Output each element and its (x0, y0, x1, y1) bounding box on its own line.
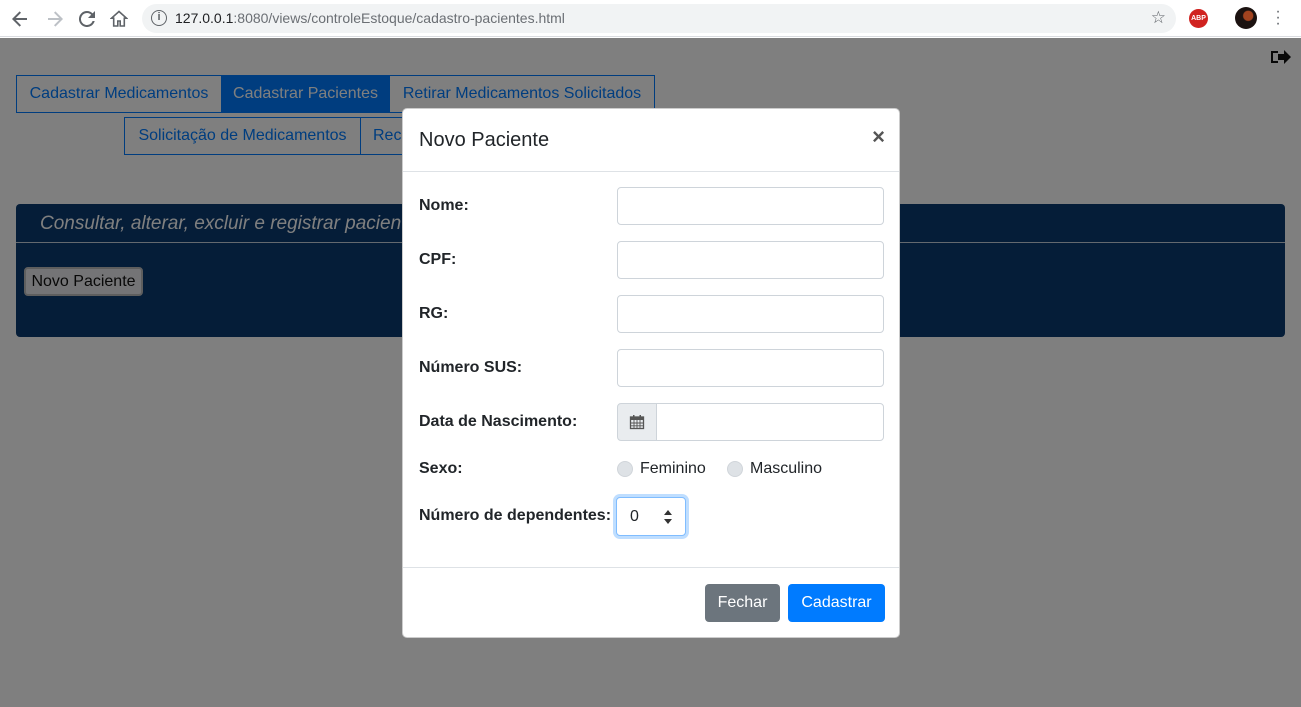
back-arrow-icon[interactable] (9, 8, 31, 30)
nome-input[interactable] (617, 187, 884, 225)
nascimento-label: Data de Nascimento: (419, 413, 578, 430)
adblock-icon[interactable]: ABP (1189, 9, 1208, 28)
home-icon[interactable] (108, 8, 130, 30)
masculino-radio[interactable] (727, 461, 743, 477)
fechar-button[interactable]: Fechar (705, 584, 780, 622)
dependentes-value: 0 (630, 508, 639, 525)
bookmark-star-icon[interactable]: ☆ (1151, 8, 1166, 28)
rg-input[interactable] (617, 295, 884, 333)
forward-arrow-icon[interactable] (44, 8, 66, 30)
masculino-label: Masculino (750, 460, 823, 477)
cadastrar-button[interactable]: Cadastrar (788, 584, 885, 622)
rg-label: RG: (419, 305, 449, 322)
dependentes-stepper[interactable]: 0 (616, 497, 686, 536)
cpf-label: CPF: (419, 251, 457, 268)
modal-footer-divider (403, 567, 899, 568)
address-bar[interactable]: i 127.0.0.1:8080/views/controleEstoque/c… (142, 4, 1176, 33)
sus-label: Número SUS: (419, 359, 523, 376)
info-icon[interactable]: i (151, 10, 167, 26)
nascimento-input[interactable] (656, 403, 884, 441)
close-icon[interactable]: × (872, 124, 885, 150)
feminino-radio[interactable] (617, 461, 633, 477)
stepper-arrows-icon (664, 510, 672, 524)
menu-kebab-icon[interactable]: · · · (1273, 4, 1283, 32)
modal-title: Novo Paciente (419, 129, 550, 151)
reload-icon[interactable] (76, 8, 98, 30)
nome-label: Nome: (419, 197, 469, 214)
browser-toolbar: i 127.0.0.1:8080/views/controleEstoque/c… (0, 0, 1301, 37)
sus-input[interactable] (617, 349, 884, 387)
dependentes-label: Número de dependentes: (419, 507, 612, 524)
feminino-label: Feminino (640, 460, 706, 477)
profile-avatar[interactable] (1235, 7, 1257, 29)
novo-paciente-modal: Novo Paciente × Nome: CPF: RG: Número SU… (402, 108, 900, 638)
url-text: 127.0.0.1:8080/views/controleEstoque/cad… (175, 10, 565, 26)
modal-header: Novo Paciente × (403, 109, 899, 172)
cpf-input[interactable] (617, 241, 884, 279)
calendar-icon[interactable] (617, 403, 657, 441)
sexo-label: Sexo: (419, 460, 463, 477)
